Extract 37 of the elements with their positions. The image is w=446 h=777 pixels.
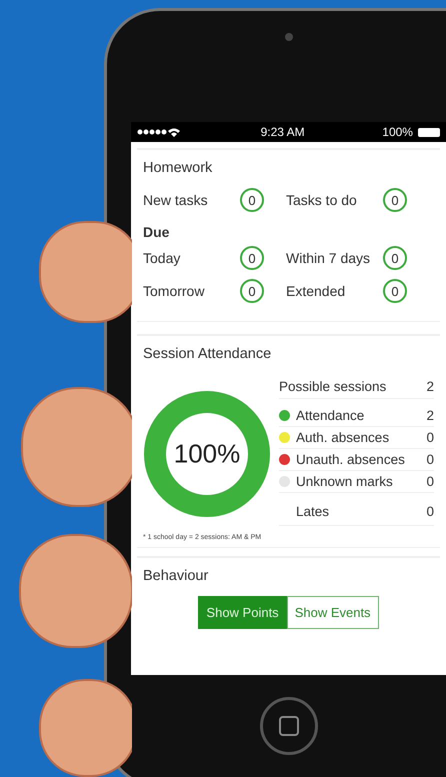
battery-percent: 100% [382, 125, 413, 139]
counter-label: Tasks to do [286, 192, 358, 208]
count-badge: 0 [383, 279, 407, 303]
stat-label: Possible sessions [279, 378, 388, 394]
stat-value: 2 [426, 408, 434, 423]
count-badge: 0 [240, 246, 264, 270]
home-button[interactable] [260, 697, 318, 755]
counter-label: New tasks [143, 192, 209, 208]
subheading: Due [143, 224, 170, 240]
section-title: Behaviour [143, 568, 210, 584]
percent-label: 100% [174, 438, 240, 470]
count-badge: 0 [383, 188, 407, 212]
section-title: Session Attendance [143, 346, 272, 362]
toggle-button[interactable]: Show Events [286, 596, 379, 629]
counter-label: Tomorrow [143, 283, 206, 299]
counter-label: Today [143, 250, 182, 266]
status-time: 9:23 AM [260, 125, 305, 139]
count-badge: 0 [240, 188, 264, 212]
stat-label: Attendance [296, 408, 366, 423]
stat-value: 2 [426, 378, 434, 394]
stat-value: 0 [426, 430, 434, 445]
stat-value: 0 [426, 504, 434, 518]
stat-label: Lates [296, 504, 330, 518]
battery-icon [418, 128, 440, 136]
count-badge: 0 [383, 246, 407, 270]
stat-value: 0 [426, 452, 434, 467]
stat-label: Auth. absences [296, 430, 390, 445]
toggle-button[interactable]: Show Points [198, 596, 287, 629]
stat-value: 0 [426, 474, 434, 489]
section-title: Homework [143, 160, 214, 176]
counter-label: Extended [286, 283, 346, 299]
counter-label: Within 7 days [286, 250, 372, 266]
stat-label: Unknown marks [296, 474, 394, 489]
stat-label: Unauth. absences [296, 452, 406, 467]
camera-icon [284, 33, 292, 41]
signal-wifi-icon [137, 127, 183, 137]
count-badge: 0 [240, 279, 264, 303]
